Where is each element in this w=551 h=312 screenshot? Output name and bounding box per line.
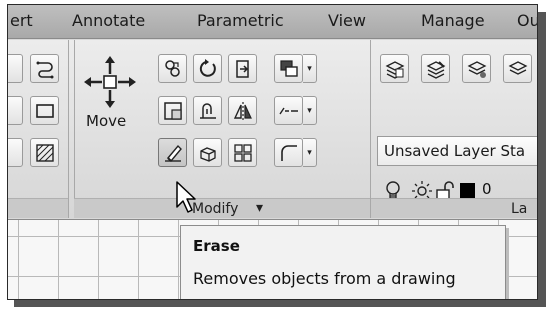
rectangle-icon[interactable] xyxy=(30,96,59,125)
tab-annotate[interactable]: Annotate xyxy=(72,11,145,30)
panel-divider xyxy=(370,40,371,218)
tab-view[interactable]: View xyxy=(328,11,366,30)
stretch-icon[interactable] xyxy=(158,96,187,125)
color-swatch[interactable] xyxy=(460,183,475,198)
frame-shadow-right xyxy=(538,12,546,306)
move-icon xyxy=(84,56,136,108)
move-button[interactable]: Move xyxy=(78,54,142,138)
panel-divider xyxy=(68,40,69,218)
modify-panel-label: Modify xyxy=(192,201,239,217)
explode-icon[interactable] xyxy=(193,138,222,167)
move-label: Move xyxy=(86,112,127,130)
draw-tool-1-button[interactable] xyxy=(8,54,23,83)
ribbon-panels: Move ▾ ▾ ▾ Modify ▾ Unsaved Layer Sta 0 … xyxy=(8,40,537,218)
hatch-icon[interactable] xyxy=(30,138,59,167)
draw-tool-3-button[interactable] xyxy=(8,138,23,167)
trim-icon[interactable] xyxy=(228,54,257,83)
mouse-cursor-icon xyxy=(176,181,196,213)
layer-previous-icon[interactable] xyxy=(503,54,532,83)
mirror-icon[interactable] xyxy=(228,96,257,125)
array-icon[interactable] xyxy=(228,138,257,167)
dropdown-arrow[interactable]: ▾ xyxy=(303,54,317,83)
dropdown-arrow[interactable]: ▾ xyxy=(303,96,317,125)
polyline-icon[interactable] xyxy=(30,54,59,83)
layer-properties-icon[interactable] xyxy=(380,54,409,83)
layer-color-value: 0 xyxy=(482,180,492,198)
modify-panel-bar[interactable]: Modify ▾ xyxy=(74,198,370,218)
autocad-window: ert Annotate Parametric View Manage Ou M… xyxy=(7,4,538,300)
panel-divider xyxy=(74,40,75,218)
rotate-icon[interactable] xyxy=(193,54,222,83)
layer-state-icon[interactable] xyxy=(421,54,450,83)
break-icon[interactable] xyxy=(274,96,303,125)
tooltip-description: Removes objects from a drawing xyxy=(193,269,456,288)
dropdown-arrow[interactable]: ▾ xyxy=(303,138,317,167)
panel-expand-icon: ▾ xyxy=(256,200,264,216)
layers-panel-bar[interactable]: La xyxy=(371,198,537,218)
tab-insert[interactable]: ert xyxy=(10,11,33,30)
copy-clip-icon[interactable] xyxy=(274,54,303,83)
offset-icon[interactable] xyxy=(193,96,222,125)
copy-icon[interactable] xyxy=(158,54,187,83)
layer-match-icon[interactable] xyxy=(462,54,491,83)
tab-output[interactable]: Ou xyxy=(517,11,537,30)
draw-panel-bar xyxy=(8,198,68,218)
tab-manage[interactable]: Manage xyxy=(421,11,485,30)
layer-state-dropdown[interactable]: Unsaved Layer Sta xyxy=(377,136,537,166)
erase-tooltip: Erase Removes objects from a drawing xyxy=(180,225,506,299)
layers-panel-label: La xyxy=(511,201,528,217)
tab-parametric[interactable]: Parametric xyxy=(197,11,284,30)
erase-icon[interactable] xyxy=(158,138,187,167)
fillet-icon[interactable] xyxy=(274,138,303,167)
tooltip-title: Erase xyxy=(193,237,240,255)
frame-shadow-bottom xyxy=(14,300,546,307)
ribbon-tab-bar: ert Annotate Parametric View Manage Ou xyxy=(8,5,537,39)
draw-tool-2-button[interactable] xyxy=(8,96,23,125)
